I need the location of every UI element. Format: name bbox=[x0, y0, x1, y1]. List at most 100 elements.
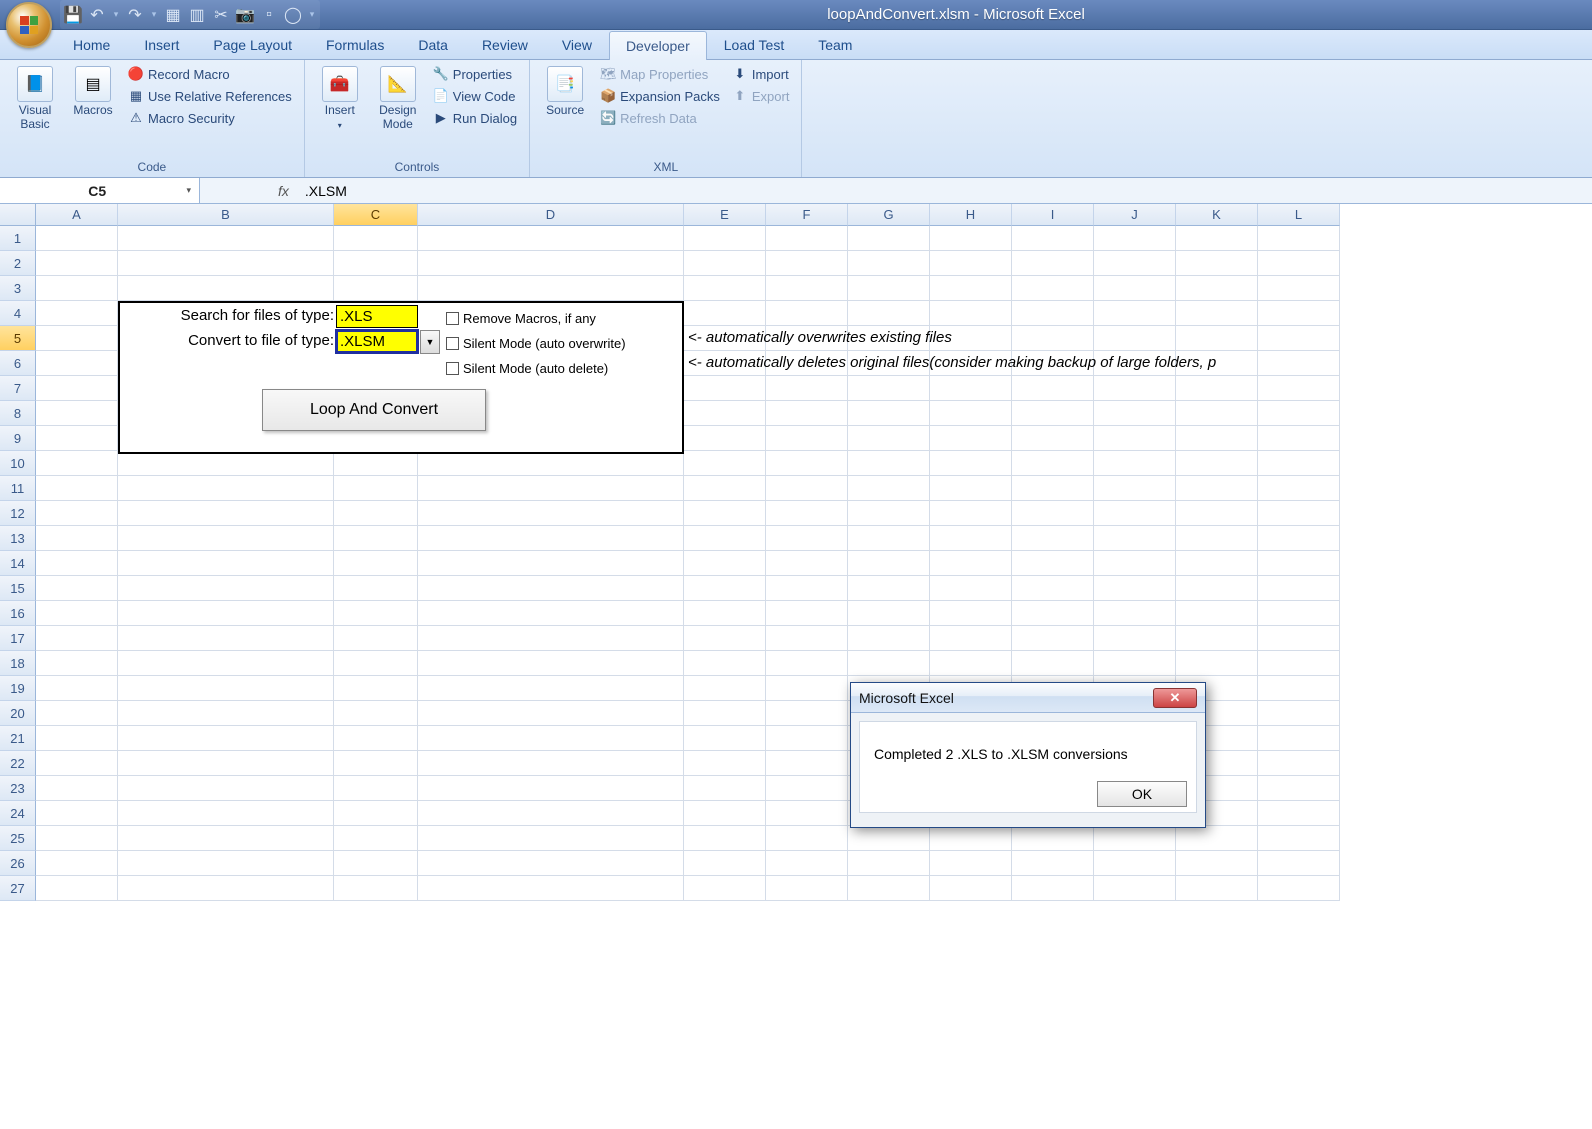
tab-review[interactable]: Review bbox=[465, 30, 545, 59]
cell-I16[interactable] bbox=[1012, 601, 1094, 626]
cell-A5[interactable] bbox=[36, 326, 118, 351]
column-header-B[interactable]: B bbox=[118, 204, 334, 226]
cell-E8[interactable] bbox=[684, 401, 766, 426]
row-header-19[interactable]: 19 bbox=[0, 676, 36, 701]
cell-B20[interactable] bbox=[118, 701, 334, 726]
cell-G9[interactable] bbox=[848, 426, 930, 451]
cell-F12[interactable] bbox=[766, 501, 848, 526]
cell-C21[interactable] bbox=[334, 726, 418, 751]
cell-J15[interactable] bbox=[1094, 576, 1176, 601]
cell-E19[interactable] bbox=[684, 676, 766, 701]
cell-J13[interactable] bbox=[1094, 526, 1176, 551]
row-header-9[interactable]: 9 bbox=[0, 426, 36, 451]
cell-C13[interactable] bbox=[334, 526, 418, 551]
cell-K27[interactable] bbox=[1176, 876, 1258, 901]
cell-F22[interactable] bbox=[766, 751, 848, 776]
row-header-1[interactable]: 1 bbox=[0, 226, 36, 251]
cell-L20[interactable] bbox=[1258, 701, 1340, 726]
cell-I10[interactable] bbox=[1012, 451, 1094, 476]
row-header-27[interactable]: 27 bbox=[0, 876, 36, 901]
cell-K5[interactable] bbox=[1176, 326, 1258, 351]
cell-I1[interactable] bbox=[1012, 226, 1094, 251]
cell-F3[interactable] bbox=[766, 276, 848, 301]
row-header-20[interactable]: 20 bbox=[0, 701, 36, 726]
cell-C24[interactable] bbox=[334, 801, 418, 826]
cell-H26[interactable] bbox=[930, 851, 1012, 876]
cell-J8[interactable] bbox=[1094, 401, 1176, 426]
cell-C25[interactable] bbox=[334, 826, 418, 851]
cell-J14[interactable] bbox=[1094, 551, 1176, 576]
row-header-6[interactable]: 6 bbox=[0, 351, 36, 376]
cell-E12[interactable] bbox=[684, 501, 766, 526]
cell-B1[interactable] bbox=[118, 226, 334, 251]
cell-H25[interactable] bbox=[930, 826, 1012, 851]
cell-B13[interactable] bbox=[118, 526, 334, 551]
cell-L11[interactable] bbox=[1258, 476, 1340, 501]
convert-type-cell[interactable]: .XLSM bbox=[336, 330, 418, 353]
column-header-I[interactable]: I bbox=[1012, 204, 1094, 226]
cell-D1[interactable] bbox=[418, 226, 684, 251]
cell-K3[interactable] bbox=[1176, 276, 1258, 301]
checkbox-silent-overwrite[interactable]: Silent Mode (auto overwrite) bbox=[444, 331, 626, 355]
cell-A7[interactable] bbox=[36, 376, 118, 401]
design-mode-button[interactable]: 📐 Design Mode bbox=[371, 64, 425, 134]
qat-redo-dropdown[interactable]: ▾ bbox=[150, 9, 158, 20]
cell-I7[interactable] bbox=[1012, 376, 1094, 401]
cell-G7[interactable] bbox=[848, 376, 930, 401]
cell-G26[interactable] bbox=[848, 851, 930, 876]
cell-K8[interactable] bbox=[1176, 401, 1258, 426]
cell-B18[interactable] bbox=[118, 651, 334, 676]
cell-D23[interactable] bbox=[418, 776, 684, 801]
cell-A23[interactable] bbox=[36, 776, 118, 801]
macros-button[interactable]: ▤ Macros bbox=[66, 64, 120, 120]
cell-I11[interactable] bbox=[1012, 476, 1094, 501]
cell-A18[interactable] bbox=[36, 651, 118, 676]
cell-L4[interactable] bbox=[1258, 301, 1340, 326]
cell-J27[interactable] bbox=[1094, 876, 1176, 901]
column-header-C[interactable]: C bbox=[334, 204, 418, 226]
cell-D12[interactable] bbox=[418, 501, 684, 526]
checkbox-silent-delete[interactable]: Silent Mode (auto delete) bbox=[444, 356, 608, 380]
cell-D25[interactable] bbox=[418, 826, 684, 851]
row-header-16[interactable]: 16 bbox=[0, 601, 36, 626]
office-button[interactable] bbox=[6, 2, 52, 48]
cell-B10[interactable] bbox=[118, 451, 334, 476]
column-header-D[interactable]: D bbox=[418, 204, 684, 226]
cell-K10[interactable] bbox=[1176, 451, 1258, 476]
cell-C1[interactable] bbox=[334, 226, 418, 251]
qat-custom-4-icon[interactable]: ◯ bbox=[284, 6, 302, 24]
cell-A3[interactable] bbox=[36, 276, 118, 301]
qat-undo-icon[interactable]: ↶ bbox=[88, 6, 106, 24]
cell-G11[interactable] bbox=[848, 476, 930, 501]
cell-F16[interactable] bbox=[766, 601, 848, 626]
properties-button[interactable]: 🔧Properties bbox=[429, 64, 521, 84]
cell-I17[interactable] bbox=[1012, 626, 1094, 651]
cell-I26[interactable] bbox=[1012, 851, 1094, 876]
cell-E27[interactable] bbox=[684, 876, 766, 901]
cell-E11[interactable] bbox=[684, 476, 766, 501]
cell-C2[interactable] bbox=[334, 251, 418, 276]
cell-F2[interactable] bbox=[766, 251, 848, 276]
cell-K2[interactable] bbox=[1176, 251, 1258, 276]
cell-A14[interactable] bbox=[36, 551, 118, 576]
search-type-cell[interactable]: .XLS bbox=[336, 305, 418, 328]
cell-E7[interactable] bbox=[684, 376, 766, 401]
row-header-8[interactable]: 8 bbox=[0, 401, 36, 426]
cell-F8[interactable] bbox=[766, 401, 848, 426]
cell-H11[interactable] bbox=[930, 476, 1012, 501]
cell-B23[interactable] bbox=[118, 776, 334, 801]
row-header-2[interactable]: 2 bbox=[0, 251, 36, 276]
cell-C14[interactable] bbox=[334, 551, 418, 576]
qat-camera-icon[interactable]: 📷 bbox=[236, 6, 254, 24]
qat-custom-3-icon[interactable]: ✂ bbox=[212, 6, 230, 24]
row-header-18[interactable]: 18 bbox=[0, 651, 36, 676]
cell-C11[interactable] bbox=[334, 476, 418, 501]
cell-E3[interactable] bbox=[684, 276, 766, 301]
cell-G13[interactable] bbox=[848, 526, 930, 551]
cell-K18[interactable] bbox=[1176, 651, 1258, 676]
cell-L6[interactable] bbox=[1258, 351, 1340, 376]
cell-L5[interactable] bbox=[1258, 326, 1340, 351]
cell-L13[interactable] bbox=[1258, 526, 1340, 551]
visual-basic-button[interactable]: 📘 Visual Basic bbox=[8, 64, 62, 134]
cell-I4[interactable] bbox=[1012, 301, 1094, 326]
